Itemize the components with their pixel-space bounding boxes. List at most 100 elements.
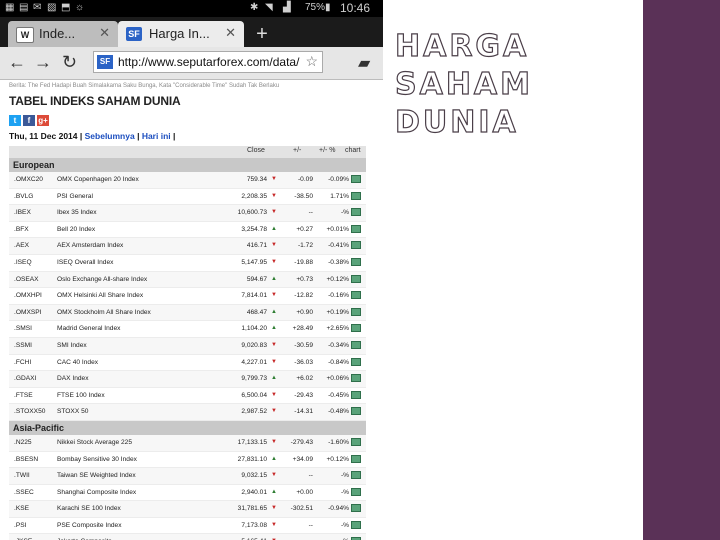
chart-icon[interactable]: [351, 504, 361, 513]
index-symbol: .SMSI: [14, 325, 32, 333]
table-row[interactable]: .OSEAX Oslo Exchange All-share Index 594.6…: [9, 271, 366, 289]
chart-icon[interactable]: [351, 224, 361, 233]
chart-icon[interactable]: [351, 471, 361, 480]
chart-icon[interactable]: [351, 208, 361, 217]
down-arrow-icon: ▼: [271, 438, 277, 445]
bookmark-icon[interactable]: ▰: [358, 53, 370, 73]
index-symbol: .OMXC20: [14, 176, 43, 183]
status-bar: ▦ ▤ ✉ ▨ ⬒ ☼ ✱ ◥ ▟ 75% ▮ 10:46: [0, 0, 383, 17]
table-row[interactable]: .GDAXI DAX Index 9,799.73 +6.02 +0.06% ▲: [9, 371, 366, 388]
close-value: 9,020.83: [241, 341, 267, 349]
chart-icon[interactable]: [351, 437, 361, 446]
table-row[interactable]: .SSEC Shanghai Composite Index 2,940.01 +0.…: [9, 485, 366, 502]
change-value: +6.02: [296, 375, 313, 383]
back-icon[interactable]: ←: [8, 52, 26, 73]
table-row[interactable]: .BSESN Bombay Sensitive 30 Index 27,831.10…: [9, 452, 366, 469]
close-value: 2,987.52: [241, 408, 267, 416]
percent-change: +0.19%: [326, 308, 349, 316]
chart-icon[interactable]: [351, 191, 361, 200]
table-row[interactable]: .AEX AEX Amsterdam Index 416.71 -1.72 -0.41%…: [9, 238, 366, 255]
forward-icon[interactable]: →: [34, 52, 52, 73]
chart-icon[interactable]: [351, 324, 361, 333]
table-row[interactable]: .SMSI Madrid General Index 1,104.20 +28.49 +…: [9, 321, 366, 338]
chart-icon[interactable]: [351, 175, 361, 183]
close-value: 468.47: [246, 308, 267, 316]
reload-icon[interactable]: ↻: [62, 52, 77, 73]
slide-heading: HARGA SAHAM DUNIA: [394, 28, 640, 142]
column-header-close: Close: [247, 147, 265, 154]
close-tab-icon[interactable]: ✕: [225, 25, 236, 41]
close-value: 416.71: [246, 242, 267, 250]
table-row[interactable]: .BVLG PSI General 2,208.35 -38.50 1.71% ▼: [9, 189, 366, 206]
change-value: --: [308, 209, 313, 217]
chart-icon[interactable]: [351, 520, 361, 529]
table-row[interactable]: .KSE Karachi SE 100 Index 31,781.65 -302.51…: [9, 501, 366, 518]
chart-icon[interactable]: [351, 291, 361, 300]
chart-icon[interactable]: [351, 374, 361, 383]
google-plus-icon[interactable]: g+: [37, 115, 49, 126]
close-value: 4,227.01: [241, 358, 267, 366]
index-symbol: .KSE: [14, 505, 30, 513]
chart-icon[interactable]: [351, 257, 361, 266]
chart-icon[interactable]: [351, 487, 361, 496]
close-value: 27,831.10: [237, 455, 267, 463]
address-field[interactable]: SF http://www.seputarforex.com/data/ ☆: [93, 51, 323, 73]
column-header-chart: chart: [345, 147, 361, 154]
battery-icon: ▮: [325, 2, 331, 13]
table-row[interactable]: .TWII Taiwan SE Weighted Index 9,032.15 -- -…: [9, 468, 366, 485]
chart-icon[interactable]: [351, 454, 361, 463]
chart-icon[interactable]: [351, 407, 361, 416]
table-row[interactable]: .OMXC20 OMX Copenhagen 20 Index 759.34 -0.0…: [9, 172, 366, 189]
table-row[interactable]: .BFX Bell 20 Index 3,254.78 +0.27 +0.01% ▲: [9, 222, 366, 239]
chart-icon[interactable]: [351, 241, 361, 250]
table-row[interactable]: .SSMI SMI Index 9,020.83 -30.59 -0.34% ▼: [9, 337, 366, 355]
close-tab-icon[interactable]: ✕: [99, 25, 110, 41]
change-value: -279.43: [290, 438, 313, 446]
group-rows: .N225 Nikkei Stock Average 225 17,133.15 -2…: [9, 434, 366, 540]
previous-link[interactable]: Sebelumnya: [85, 131, 135, 141]
index-name: Karachi SE 100 Index: [57, 505, 121, 513]
table-row[interactable]: .FCHI CAC 40 Index 4,227.01 -36.03 -0.84% ▼: [9, 355, 366, 372]
news-ticker[interactable]: Berita: The Fed Hadapi Buah Simalakama S…: [0, 80, 383, 92]
browser-tab[interactable]: W Inde... ✕: [8, 21, 118, 47]
table-row[interactable]: .IBEX Ibex 35 Index 10,600.73 -- -% ▼: [9, 205, 366, 222]
index-symbol: .GDAXI: [14, 375, 37, 383]
table-row[interactable]: .FTSE FTSE 100 Index 6,500.04 -29.43 -0.45% ▼: [9, 388, 366, 405]
table-row[interactable]: .OMXHPI OMX Helsinki All Share Index 7,814…: [9, 288, 366, 305]
table-row[interactable]: .STOXX50 STOXX 50 2,987.52 -14.31 -0.48% ▼: [9, 404, 366, 421]
new-tab-button[interactable]: +: [247, 23, 277, 45]
today-link[interactable]: Hari ini: [142, 131, 171, 141]
table-row[interactable]: .PSI PSE Composite Index 7,173.08 -- -% ▼: [9, 518, 366, 535]
twitter-icon[interactable]: t: [9, 115, 21, 126]
change-value: +28.49: [292, 325, 313, 333]
facebook-icon[interactable]: f: [23, 115, 35, 126]
tab-label: Harga In...: [149, 26, 210, 41]
index-symbol: .OMXSPI: [14, 308, 42, 316]
down-arrow-icon: ▼: [271, 242, 277, 249]
star-icon[interactable]: ☆: [305, 53, 318, 70]
percent-change: -0.38%: [328, 258, 349, 266]
down-arrow-icon: ▼: [271, 192, 277, 199]
browser-tab-active[interactable]: SF Harga In... ✕: [118, 21, 244, 47]
chart-icon[interactable]: [351, 274, 361, 283]
table-row[interactable]: .ISEQ ISEQ Overall Index 5,147.95 -19.88 -0.…: [9, 255, 366, 272]
table-row[interactable]: .N225 Nikkei Stock Average 225 17,133.15 -2…: [9, 434, 366, 452]
percent-change: -0.41%: [328, 242, 349, 250]
chart-icon[interactable]: [351, 307, 361, 316]
chart-icon[interactable]: [351, 357, 361, 366]
table-row[interactable]: .OMXSPI OMX Stockholm All Share Index 468.…: [9, 304, 366, 322]
chart-icon[interactable]: [351, 390, 361, 399]
index-symbol: .PSI: [14, 521, 27, 529]
index-name: OMX Stockholm All Share Index: [57, 308, 151, 316]
bluetooth-icon: ✱: [250, 2, 259, 13]
date-text: Thu, 11 Dec 2014: [9, 131, 78, 141]
chart-icon[interactable]: [351, 340, 361, 349]
index-name: OMX Helsinki All Share Index: [57, 292, 144, 300]
percent-change: -0.45%: [328, 391, 349, 399]
table-row[interactable]: .JKSE Jakarta Composite 5,165.41 ---% ▼: [9, 534, 366, 540]
close-value: 17,133.15: [237, 438, 267, 446]
up-arrow-icon: ▲: [271, 488, 277, 495]
index-name: DAX Index: [57, 375, 89, 383]
notification-icon: ✉: [33, 2, 42, 13]
battery-level: 75%: [305, 2, 326, 13]
